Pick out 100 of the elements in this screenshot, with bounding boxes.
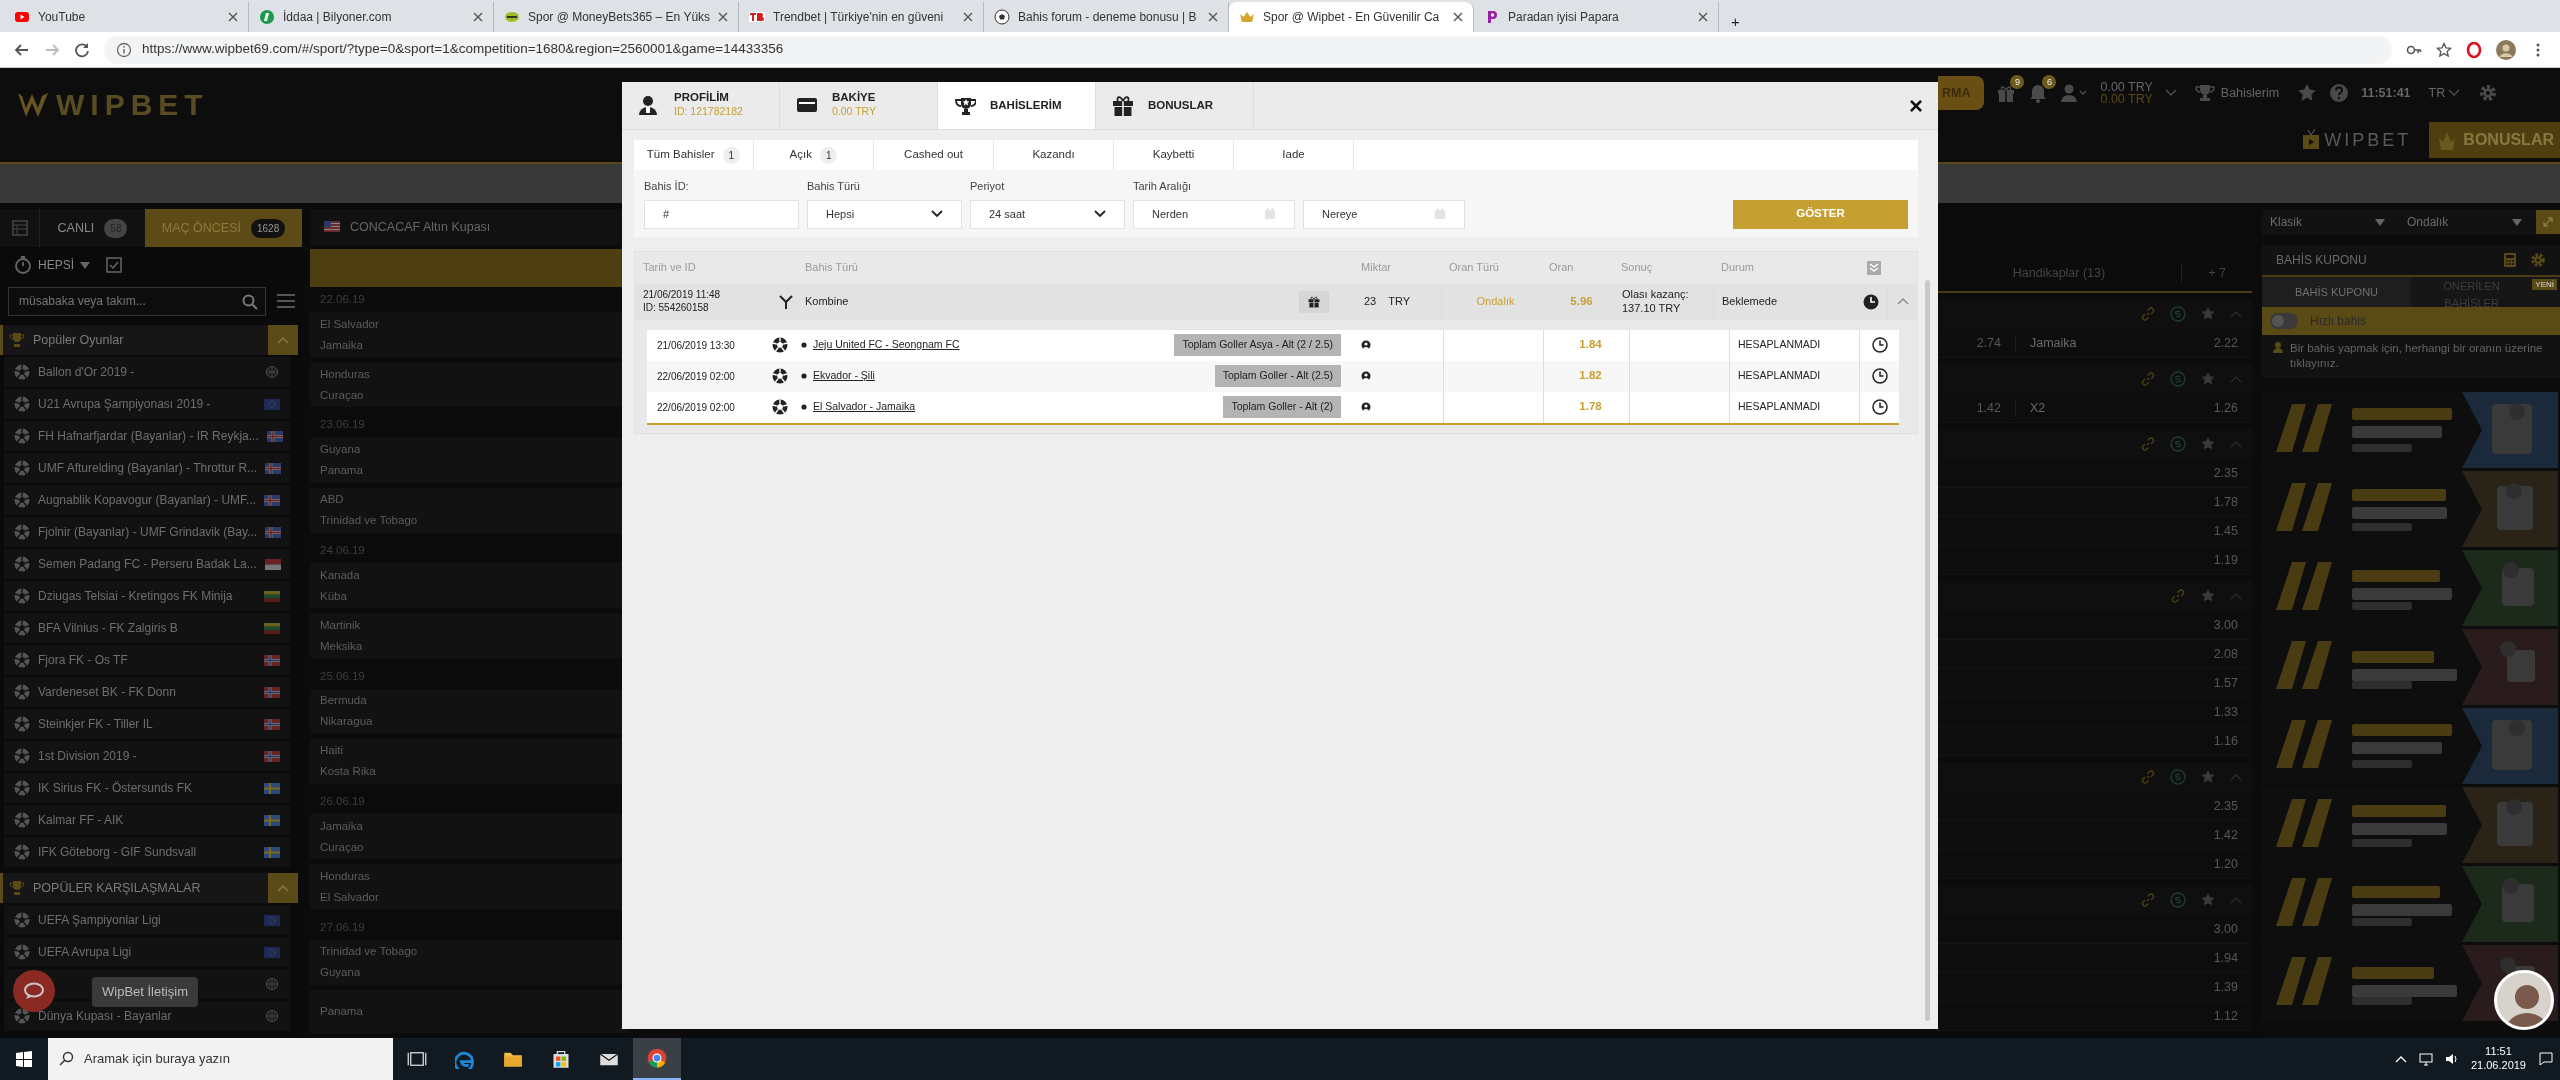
my-bets-link[interactable]: Bahislerim (2188, 82, 2286, 104)
link-icon[interactable] (2140, 306, 2156, 322)
odds-value[interactable]: 1.57 (2213, 673, 2252, 693)
sidebar-item[interactable]: UEFA Avrupa Ligi (4, 937, 290, 967)
sidebar-item[interactable]: Fjora FK - Os TF (4, 645, 290, 675)
sidebar-item[interactable]: Augnablik Kopavogur (Bayanlar) - UMF... (4, 485, 290, 515)
settings-icon[interactable] (2478, 83, 2499, 103)
volume-icon[interactable] (2444, 1052, 2459, 1066)
checklist-icon[interactable] (106, 257, 122, 273)
close-icon[interactable] (473, 12, 483, 22)
profile-avatar[interactable] (2496, 39, 2516, 60)
sidebar-item[interactable]: Steinkjer FK - Tiller IL (4, 709, 290, 739)
coupon-tab[interactable]: BAHİS KUPONU (2262, 277, 2411, 307)
gift-icon[interactable] (1996, 83, 2017, 103)
sidebar-item[interactable]: Dziugas Telsiai - Kretingos FK Minija (4, 581, 290, 611)
sidebar-item[interactable]: Fjolnir (Bayanlar) - UMF Grindavik (Bay... (4, 517, 290, 547)
search-field[interactable]: Aramak için buraya yazın (48, 1038, 393, 1080)
new-tab-button[interactable]: + (1725, 11, 1746, 32)
event-link[interactable]: Jeju United FC - Seongnam FC (813, 337, 960, 353)
modal-tab[interactable]: BAHİSLERİM (938, 82, 1096, 129)
odds-value[interactable]: 2.22 (2213, 333, 2252, 353)
star-icon[interactable] (2297, 83, 2318, 103)
search-field[interactable]: müsabaka veya takım... (8, 286, 266, 316)
filter-dropdown[interactable]: HEPSİ (8, 255, 96, 275)
sidebar-item[interactable]: IK Sirius FK - Östersunds FK (4, 773, 290, 803)
more-markets[interactable]: + 7 (2182, 263, 2252, 283)
close-icon[interactable] (1453, 12, 1463, 22)
odds-value[interactable]: 1.16 (2213, 731, 2252, 751)
bonus-button[interactable]: BONUSLAR (2429, 122, 2560, 158)
collapse-all-icon[interactable] (1867, 260, 1881, 275)
star-icon[interactable] (2200, 892, 2216, 908)
odds-value[interactable]: 2.35 (2213, 796, 2252, 816)
help-icon[interactable] (2329, 83, 2350, 103)
close-icon[interactable] (1208, 12, 1218, 22)
language-select[interactable]: TR (2422, 82, 2467, 104)
reload-icon[interactable] (74, 41, 90, 58)
search-icon[interactable] (242, 293, 258, 310)
taskbar-app[interactable] (633, 1038, 681, 1080)
odds-value[interactable]: 1.19 (2213, 550, 2252, 570)
back-icon[interactable] (14, 41, 30, 58)
network-icon[interactable] (2418, 1052, 2433, 1066)
link-icon[interactable] (2140, 436, 2156, 452)
odds-value[interactable]: 1.33 (2213, 702, 2252, 722)
close-button[interactable]: × (1894, 82, 1938, 129)
sidebar-item[interactable]: U21 Avrupa Şampiyonası 2019 - (4, 389, 290, 419)
sidebar-item[interactable]: UEFA Şampiyonlar Ligi (4, 905, 290, 935)
sidebar-item[interactable]: FH Hafnarfjardar (Bayanlar) - IR Reykja... (4, 421, 290, 451)
event-link[interactable]: El Salvador - Jamaika (813, 399, 916, 415)
sidebar-item[interactable]: IFK Göteborg - GIF Sundsvall (4, 837, 290, 867)
chevron-up-icon[interactable] (2394, 1055, 2407, 1063)
select-field[interactable]: Hepsi (807, 199, 962, 229)
browser-tab[interactable]: Spor @ Wipbet - En Güvenilir Ca (1229, 2, 1474, 32)
sidebar-item[interactable]: Semen Padang FC - Perseru Badak La... (4, 549, 290, 579)
sidebar-item[interactable]: Kalmar FF - AIK (4, 805, 290, 835)
odds-value[interactable]: 1.94 (2213, 948, 2252, 968)
close-icon[interactable] (963, 12, 973, 22)
link-icon[interactable] (2140, 892, 2156, 908)
odds-value[interactable]: 2.35 (2213, 463, 2252, 483)
expand-button[interactable] (2536, 210, 2560, 234)
sidebar-item[interactable]: Vardeneset BK - FK Donn (4, 677, 290, 707)
sidebar-item[interactable]: 1st Division 2019 - (4, 741, 290, 771)
star-icon[interactable] (2200, 436, 2216, 452)
odds-value[interactable]: 3.00 (2213, 919, 2252, 939)
star-icon[interactable] (2200, 588, 2216, 604)
scrollbar[interactable] (1925, 280, 1930, 1021)
star-icon[interactable] (2200, 769, 2216, 785)
gift-button[interactable] (1299, 290, 1329, 313)
close-icon[interactable] (228, 12, 238, 22)
calendar-icon[interactable] (11, 220, 28, 236)
link-icon[interactable] (2140, 769, 2156, 785)
select-field[interactable]: 24 saat (970, 199, 1125, 229)
close-icon[interactable] (1698, 12, 1708, 22)
bell-icon[interactable] (2028, 83, 2049, 103)
sidebar-item[interactable]: BFA Vilnius - FK Zalgiris B (4, 613, 290, 643)
star-icon[interactable] (2200, 371, 2216, 387)
odds-value[interactable]: 3.00 (2213, 615, 2252, 635)
star-icon[interactable] (2200, 306, 2216, 322)
toggle-switch[interactable] (2270, 313, 2298, 329)
odds-value[interactable]: 1.20 (2213, 854, 2252, 874)
link-icon[interactable] (2170, 588, 2186, 604)
clock[interactable]: 11:51 21.06.2019 (2470, 1045, 2526, 1073)
address-bar[interactable]: https://www.wipbet69.com/#/sport/?type=0&sport=1&competition=1680&region=2560001&game=14433356 (104, 35, 2392, 64)
notification-icon[interactable] (2538, 1051, 2554, 1067)
balance-menu[interactable]: 0.00 TRY 0.00 TRY (2100, 80, 2153, 106)
date-field[interactable]: Nereye (1303, 199, 1465, 229)
settings-icon[interactable] (2530, 252, 2546, 268)
sidebar-item[interactable]: Ballon d'Or 2019 - (4, 357, 290, 387)
match-row[interactable]: Panama (310, 989, 630, 1033)
close-icon[interactable] (718, 12, 729, 22)
event-link[interactable]: Ekvador - Şili (813, 368, 875, 384)
odds-value[interactable]: 1.45 (2213, 521, 2252, 541)
show-button[interactable]: GÖSTER (1733, 199, 1908, 229)
extension-icon[interactable] (2466, 41, 2482, 58)
link-icon[interactable] (2140, 371, 2156, 387)
user-icon[interactable] (2060, 83, 2089, 103)
calculator-icon[interactable] (2502, 252, 2518, 268)
odds-value[interactable]: 2.08 (2213, 644, 2252, 664)
odds-value[interactable]: 1.26 (2213, 398, 2252, 418)
star-icon[interactable] (2436, 41, 2452, 58)
odds-value[interactable]: 1.78 (2213, 492, 2252, 512)
